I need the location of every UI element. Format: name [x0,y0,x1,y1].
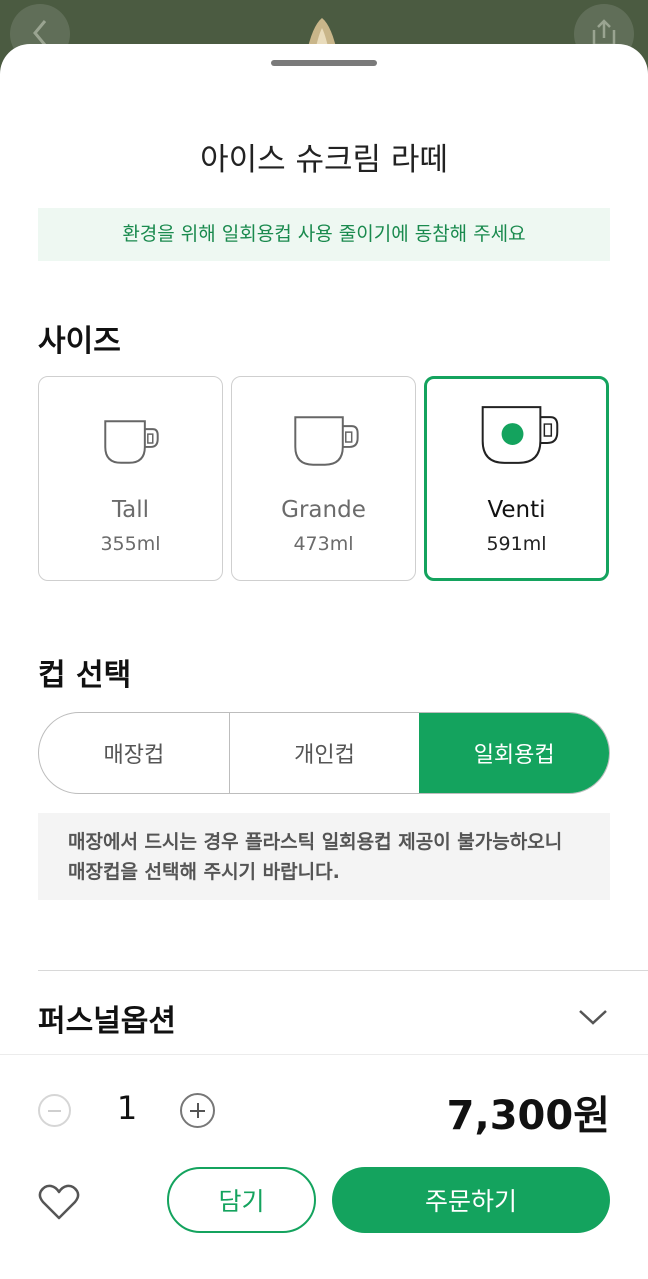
cup-note: 매장에서 드시는 경우 플라스틱 일회용컵 제공이 불가능하오니 매장컵을 선택… [38,813,610,900]
divider [38,970,648,971]
size-volume: 473ml [293,533,354,555]
cup-icon [104,420,159,464]
size-option-tall[interactable]: Tall 355ml [38,376,223,581]
total-price: 7,300원 [446,1093,610,1139]
cup-option-store[interactable]: 매장컵 [39,713,229,793]
option-sheet: 아이스 슈크림 라떼 환경을 위해 일회용컵 사용 줄이기에 동참해 주세요 사… [0,44,648,1279]
size-volume: 355ml [100,533,161,555]
cup-section-title: 컵 선택 [38,658,132,693]
chevron-down-icon [579,1010,607,1025]
product-title: 아이스 슈크림 라떼 [200,142,448,178]
personal-option-label: 퍼스널옵션 [38,1004,176,1039]
size-option-venti[interactable]: Venti 591ml [424,376,609,581]
size-name: Tall [111,497,150,523]
minus-circle-icon[interactable] [38,1094,71,1127]
eco-notice: 환경을 위해 일회용컵 사용 줄이기에 동참해 주세요 [38,208,610,261]
cup-option-disposable[interactable]: 일회용컵 [419,713,609,793]
heart-icon[interactable] [38,1183,80,1221]
order-footer: 1 7,300원 담기 주문하기 [0,1054,648,1279]
size-name: Grande [281,497,366,523]
sheet-drag-handle[interactable] [271,60,377,66]
order-button[interactable]: 주문하기 [332,1167,610,1233]
plus-circle-icon[interactable] [180,1093,215,1128]
size-section-title: 사이즈 [38,324,121,359]
size-volume: 591ml [486,533,547,555]
cup-option-personal[interactable]: 개인컵 [228,713,420,793]
personal-option-toggle[interactable]: 퍼스널옵션 [38,996,610,1046]
quantity-value: 1 [116,1089,138,1127]
cup-icon [294,416,359,466]
cup-icon [481,406,559,464]
cup-select-toggle: 매장컵 개인컵 일회용컵 [38,712,610,794]
add-to-cart-button[interactable]: 담기 [167,1167,316,1233]
size-name: Venti [487,497,546,523]
size-option-grande[interactable]: Grande 473ml [231,376,416,581]
